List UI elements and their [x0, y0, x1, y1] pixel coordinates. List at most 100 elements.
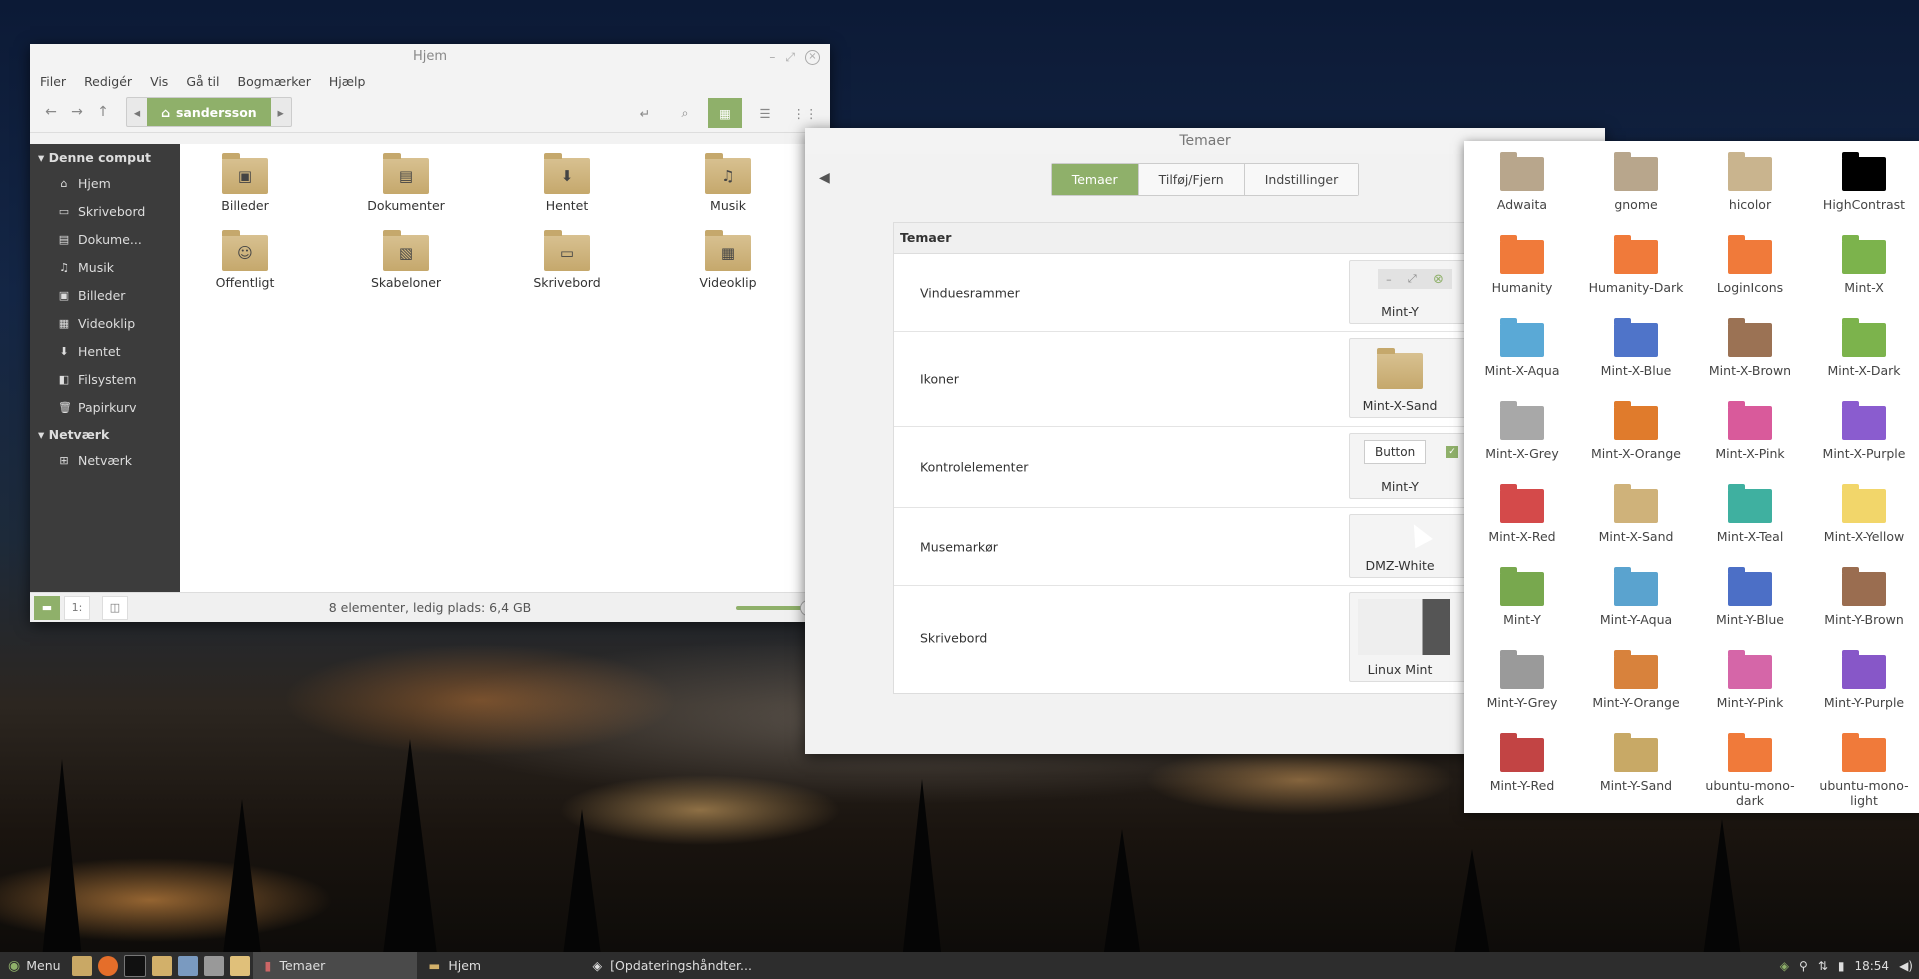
icon-theme-option[interactable]: Mint-Y-Pink [1693, 650, 1807, 710]
icon-theme-option[interactable]: Mint-Y-Orange [1579, 650, 1693, 710]
icon-theme-option[interactable]: Mint-X-Teal [1693, 484, 1807, 544]
breadcrumb-left-icon[interactable]: ◂ [127, 105, 147, 120]
file-item[interactable]: ▧ Skabeloner [346, 230, 466, 290]
toggle-location-icon[interactable]: ↵ [628, 98, 662, 128]
clock[interactable]: 18:54 [1854, 959, 1889, 973]
icon-theme-option[interactable]: Mint-X-Sand [1579, 484, 1693, 544]
show-desktop-icon[interactable] [71, 955, 92, 976]
icon-theme-option[interactable]: Mint-X-Pink [1693, 401, 1807, 461]
icon-theme-option[interactable]: Mint-Y-Purple [1807, 650, 1919, 710]
icon-theme-option[interactable]: Mint-X [1807, 235, 1919, 295]
icon-theme-option[interactable]: Mint-X-Dark [1807, 318, 1919, 378]
icon-theme-option[interactable]: gnome [1579, 152, 1693, 212]
minimize-icon[interactable]: – [769, 44, 775, 70]
icon-theme-option[interactable]: ubuntu-mono-light [1807, 733, 1919, 808]
window-titlebar[interactable]: Hjem – ⤢ × [30, 44, 830, 70]
icon-theme-option[interactable]: Mint-X-Grey [1465, 401, 1579, 461]
icon-theme-label: Mint-Y-Brown [1824, 612, 1904, 627]
icon-theme-label: ubuntu-mono-dark [1705, 778, 1795, 808]
sidebar-item-papirkurv[interactable]: 🗑 Papirkurv [30, 393, 180, 421]
task-update-manager[interactable]: ◈ [Opdateringshåndter... [581, 952, 765, 979]
icon-theme-option[interactable]: Humanity [1465, 235, 1579, 295]
icon-theme-option[interactable]: Mint-X-Orange [1579, 401, 1693, 461]
section-title: Denne comput [48, 150, 151, 165]
file-item[interactable]: ▣ Billeder [185, 153, 305, 213]
menu-item[interactable]: Gå til [186, 74, 219, 89]
forward-icon[interactable]: → [64, 99, 90, 125]
menu-item[interactable]: Vis [150, 74, 168, 89]
menu-item[interactable]: Bogmærker [238, 74, 311, 89]
user-icon[interactable]: ⚲ [1799, 959, 1808, 973]
tab-themes[interactable]: Temaer [1051, 163, 1139, 195]
icon-theme-option[interactable]: Mint-X-Purple [1807, 401, 1919, 461]
icon-theme-option[interactable]: HighContrast [1807, 152, 1919, 212]
zoom-slider[interactable] [736, 606, 806, 610]
screenshot-icon[interactable] [203, 955, 224, 976]
menu-item[interactable]: Hjælp [329, 74, 366, 89]
volume-icon[interactable]: ◀) [1899, 959, 1913, 973]
sidebar-item-videoklip[interactable]: ▦ Videoklip [30, 309, 180, 337]
icon-theme-option[interactable]: LoginIcons [1693, 235, 1807, 295]
icon-theme-option[interactable]: Mint-X-Yellow [1807, 484, 1919, 544]
icon-theme-option[interactable]: hicolor [1693, 152, 1807, 212]
icon-theme-option[interactable]: Mint-X-Aqua [1465, 318, 1579, 378]
task-files[interactable]: ▬ Hjem [417, 952, 581, 979]
icon-theme-option[interactable]: Mint-Y-Sand [1579, 733, 1693, 793]
file-item[interactable]: ♫ Musik [668, 153, 788, 213]
settings-icon[interactable] [177, 955, 198, 976]
breadcrumb-right-icon[interactable]: ▸ [271, 105, 291, 120]
close-icon[interactable]: × [805, 50, 820, 65]
terminal-icon[interactable] [123, 954, 146, 977]
sidebar-item-billeder[interactable]: ▣ Billeder [30, 281, 180, 309]
media-icon[interactable] [229, 955, 250, 976]
sidebar-item-netværk[interactable]: ⊞ Netværk [30, 446, 180, 474]
icon-theme-option[interactable]: Mint-Y-Red [1465, 733, 1579, 793]
icon-theme-option[interactable]: Mint-X-Blue [1579, 318, 1693, 378]
update-shield-icon[interactable]: ◈ [1780, 959, 1789, 973]
firefox-icon[interactable] [97, 955, 118, 976]
menu-item[interactable]: Filer [40, 74, 66, 89]
breadcrumb-home-button[interactable]: ⌂ sandersson [147, 98, 271, 126]
files-icon[interactable] [151, 955, 172, 976]
file-item[interactable]: ⬇ Hentet [507, 153, 627, 213]
file-area[interactable]: ▣ Billeder ▤ Dokumenter ⬇ Hentet ♫ Musik ☺ Offent… [180, 144, 830, 593]
maximize-icon[interactable]: ⤢ [785, 44, 795, 70]
icon-theme-option[interactable]: Mint-Y-Blue [1693, 567, 1807, 627]
menu-button[interactable]: ◉ Menu [0, 958, 69, 974]
sidebar-item-hjem[interactable]: ⌂ Hjem [30, 169, 180, 197]
menu-item[interactable]: Redigér [84, 74, 132, 89]
sidebar-item-filsystem[interactable]: ◧ Filsystem [30, 365, 180, 393]
icon-theme-option[interactable]: Mint-X-Brown [1693, 318, 1807, 378]
icon-theme-option[interactable]: Adwaita [1465, 152, 1579, 212]
sidebar-item-hentet[interactable]: ⬇ Hentet [30, 337, 180, 365]
icon-theme-option[interactable]: Mint-Y-Brown [1807, 567, 1919, 627]
sidebar-item-skrivebord[interactable]: ▭ Skrivebord [30, 197, 180, 225]
back-icon[interactable]: ← [38, 99, 64, 125]
file-item[interactable]: ▭ Skrivebord [507, 230, 627, 290]
icon-theme-option[interactable]: ubuntu-mono-dark [1693, 733, 1807, 808]
compact-view-icon[interactable]: ⋮⋮ [788, 98, 822, 128]
up-icon[interactable]: ↑ [90, 99, 116, 125]
sidebar-section-header[interactable]: ▾ Denne comput [30, 144, 180, 169]
network-icon[interactable]: ⇅ [1818, 959, 1828, 973]
file-item[interactable]: ☺ Offentligt [185, 230, 305, 290]
tab-settings[interactable]: Indstillinger [1244, 163, 1359, 195]
task-themes[interactable]: ▮ Temaer [252, 952, 417, 979]
file-item[interactable]: ▦ Videoklip [668, 230, 788, 290]
battery-icon[interactable]: ▮ [1838, 959, 1845, 973]
icon-view-icon[interactable]: ▦ [708, 98, 742, 128]
icon-theme-option[interactable]: Mint-X-Red [1465, 484, 1579, 544]
icon-theme-option[interactable]: Mint-Y [1465, 567, 1579, 627]
icon-theme-option[interactable]: Mint-Y-Grey [1465, 650, 1579, 710]
file-item[interactable]: ▤ Dokumenter [346, 153, 466, 213]
sidebar-item-dokume[interactable]: ▤ Dokume... [30, 225, 180, 253]
icon-theme-option[interactable]: Humanity-Dark [1579, 235, 1693, 295]
sidebar-section-header[interactable]: ▾ Netværk [30, 421, 180, 446]
search-icon[interactable]: ⌕ [668, 98, 702, 128]
sidebar-item-musik[interactable]: ♫ Musik [30, 253, 180, 281]
list-view-icon[interactable]: ☰ [748, 98, 782, 128]
tab-add-remove[interactable]: Tilføj/Fjern [1138, 163, 1245, 195]
icon-theme-option[interactable]: Mint-Y-Aqua [1579, 567, 1693, 627]
back-icon[interactable]: ◀ [819, 170, 830, 186]
panel-title: Temaer [894, 223, 1534, 254]
